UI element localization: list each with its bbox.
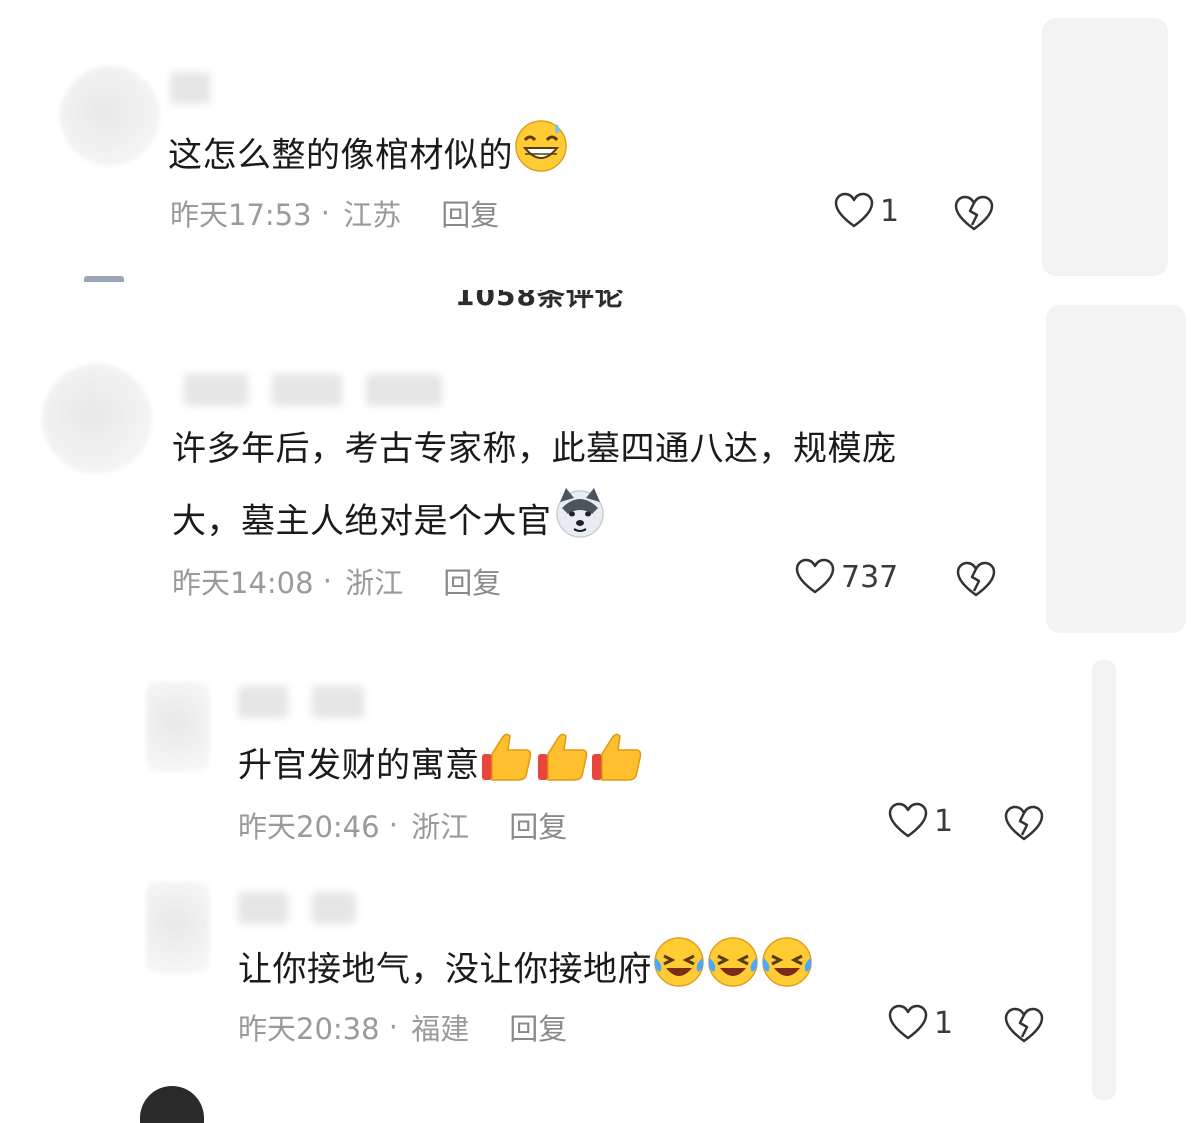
comment-count-label: 1058条评论 bbox=[455, 290, 624, 312]
grinning-sweat-emoji bbox=[513, 118, 569, 196]
reply-button[interactable]: 回复 bbox=[441, 192, 499, 234]
like-count: 1 bbox=[934, 803, 954, 839]
like-count: 1 bbox=[880, 193, 900, 229]
heart-icon bbox=[888, 1004, 928, 1040]
username-blurred[interactable] bbox=[184, 374, 442, 406]
comment-meta: 昨天14:08 · 浙江 回复 bbox=[172, 560, 501, 602]
crying-laughing-emoji bbox=[652, 932, 816, 1010]
comment-meta: 昨天17:53 · 江苏 回复 bbox=[170, 192, 499, 234]
comment-location: 江苏 bbox=[343, 198, 402, 232]
avatar[interactable] bbox=[42, 364, 152, 474]
reply-button[interactable]: 回复 bbox=[443, 560, 501, 602]
like-button[interactable]: 1 bbox=[834, 192, 899, 230]
reply-button[interactable]: 回复 bbox=[509, 804, 567, 846]
heart-icon bbox=[834, 192, 874, 228]
avatar-edge bbox=[84, 276, 124, 282]
reply-location: 浙江 bbox=[411, 810, 470, 844]
broken-heart-icon[interactable] bbox=[954, 194, 994, 234]
heart-icon bbox=[795, 558, 835, 594]
reply-meta: 昨天20:46 · 浙江 回复 bbox=[238, 804, 567, 846]
avatar[interactable] bbox=[60, 66, 160, 166]
like-count: 1 bbox=[934, 1005, 954, 1041]
separator-dot: · bbox=[313, 564, 342, 598]
comment-time: 昨天14:08 bbox=[172, 566, 314, 600]
previous-comment-meta-cutoff bbox=[170, 0, 1000, 24]
thumbs-up-emoji bbox=[480, 728, 644, 806]
avatar[interactable] bbox=[146, 882, 210, 974]
separator-dot: · bbox=[379, 1010, 408, 1044]
reply-button[interactable]: 回复 bbox=[509, 1006, 567, 1048]
comment-time: 昨天17:53 bbox=[170, 198, 312, 232]
avatar[interactable] bbox=[140, 1086, 204, 1123]
scrollbar-track bbox=[1092, 660, 1116, 1100]
username-blurred[interactable] bbox=[238, 892, 356, 924]
broken-heart-icon[interactable] bbox=[1004, 804, 1044, 844]
side-panel bbox=[1046, 305, 1186, 633]
broken-heart-icon[interactable] bbox=[956, 560, 996, 600]
username-blurred[interactable] bbox=[170, 72, 210, 104]
avatar[interactable] bbox=[146, 682, 210, 772]
reply-text: 让你接地气，没让你接地府 bbox=[238, 932, 816, 1010]
separator-dot: · bbox=[311, 196, 340, 230]
separator-dot: · bbox=[379, 808, 408, 842]
reply-location: 福建 bbox=[411, 1012, 470, 1046]
comment-text: 这怎么整的像棺材似的 bbox=[168, 118, 569, 196]
heart-icon bbox=[888, 802, 928, 838]
reply-text: 升官发财的寓意 bbox=[238, 728, 644, 806]
husky-emoji bbox=[552, 484, 608, 562]
like-button[interactable]: 1 bbox=[888, 1004, 953, 1042]
side-panel bbox=[1042, 18, 1168, 276]
comment-text-line1: 许多年后，考古专家称，此墓四通八达，规模庞 bbox=[172, 429, 897, 469]
reply-meta: 昨天20:38 · 福建 回复 bbox=[238, 1006, 567, 1048]
reply-time: 昨天20:38 bbox=[238, 1012, 380, 1046]
like-count: 737 bbox=[841, 559, 899, 595]
broken-heart-icon[interactable] bbox=[1004, 1006, 1044, 1046]
reply-time: 昨天20:46 bbox=[238, 810, 380, 844]
like-button[interactable]: 1 bbox=[888, 802, 953, 840]
comment-text-line2: 大，墓主人绝对是个大官 bbox=[172, 484, 608, 562]
username-blurred[interactable] bbox=[238, 686, 364, 718]
like-button[interactable]: 737 bbox=[795, 558, 898, 596]
comment-location: 浙江 bbox=[345, 566, 404, 600]
